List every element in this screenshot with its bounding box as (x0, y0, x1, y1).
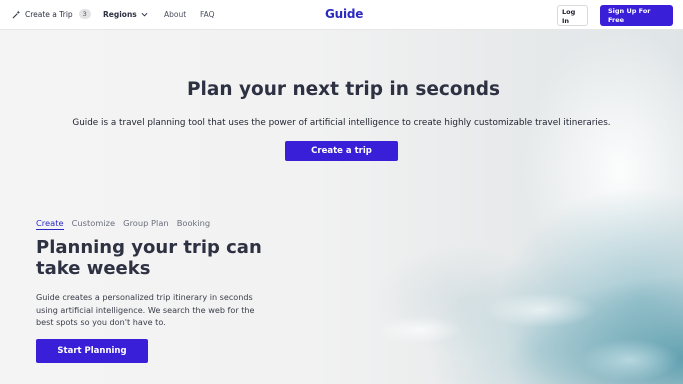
feature-title: Planning your trip can take weeks (36, 237, 262, 279)
about-link[interactable]: About (164, 10, 186, 19)
regions-label: Regions (103, 10, 137, 19)
faq-link[interactable]: FAQ (200, 10, 215, 19)
tab-create[interactable]: Create (36, 218, 64, 230)
tab-group-plan[interactable]: Group Plan (123, 218, 169, 230)
feature-tabs: Create Customize Group Plan Booking (36, 218, 210, 230)
hero-subtitle: Guide is a travel planning tool that use… (72, 118, 611, 128)
tab-booking[interactable]: Booking (177, 218, 210, 230)
hero-title: Plan your next trip in seconds (0, 79, 683, 100)
start-planning-button[interactable]: Start Planning (36, 339, 148, 363)
chevron-down-icon (141, 12, 148, 17)
trip-count-badge: 3 (78, 9, 91, 19)
ocean-wave-image (300, 240, 683, 384)
feature-description: Guide creates a personalized trip itiner… (36, 292, 255, 327)
guide-logo[interactable]: Guide (325, 7, 363, 21)
tab-customize[interactable]: Customize (72, 218, 116, 230)
signup-button[interactable]: Sign Up For Free (600, 5, 673, 26)
login-button[interactable]: Log In (557, 5, 588, 26)
hero-title-bold: in seconds (389, 79, 501, 100)
hero-title-regular: Plan your next trip (186, 79, 390, 100)
regions-dropdown[interactable]: Regions (103, 10, 148, 19)
create-trip-label: Create a Trip (25, 9, 73, 19)
magic-wand-icon (12, 9, 21, 18)
create-trip-button[interactable]: Create a trip (285, 141, 398, 161)
top-navigation-bar: Create a Trip 3 Regions About FAQ Guide … (0, 0, 683, 30)
create-trip-nav-link[interactable]: Create a Trip 3 (12, 9, 91, 19)
